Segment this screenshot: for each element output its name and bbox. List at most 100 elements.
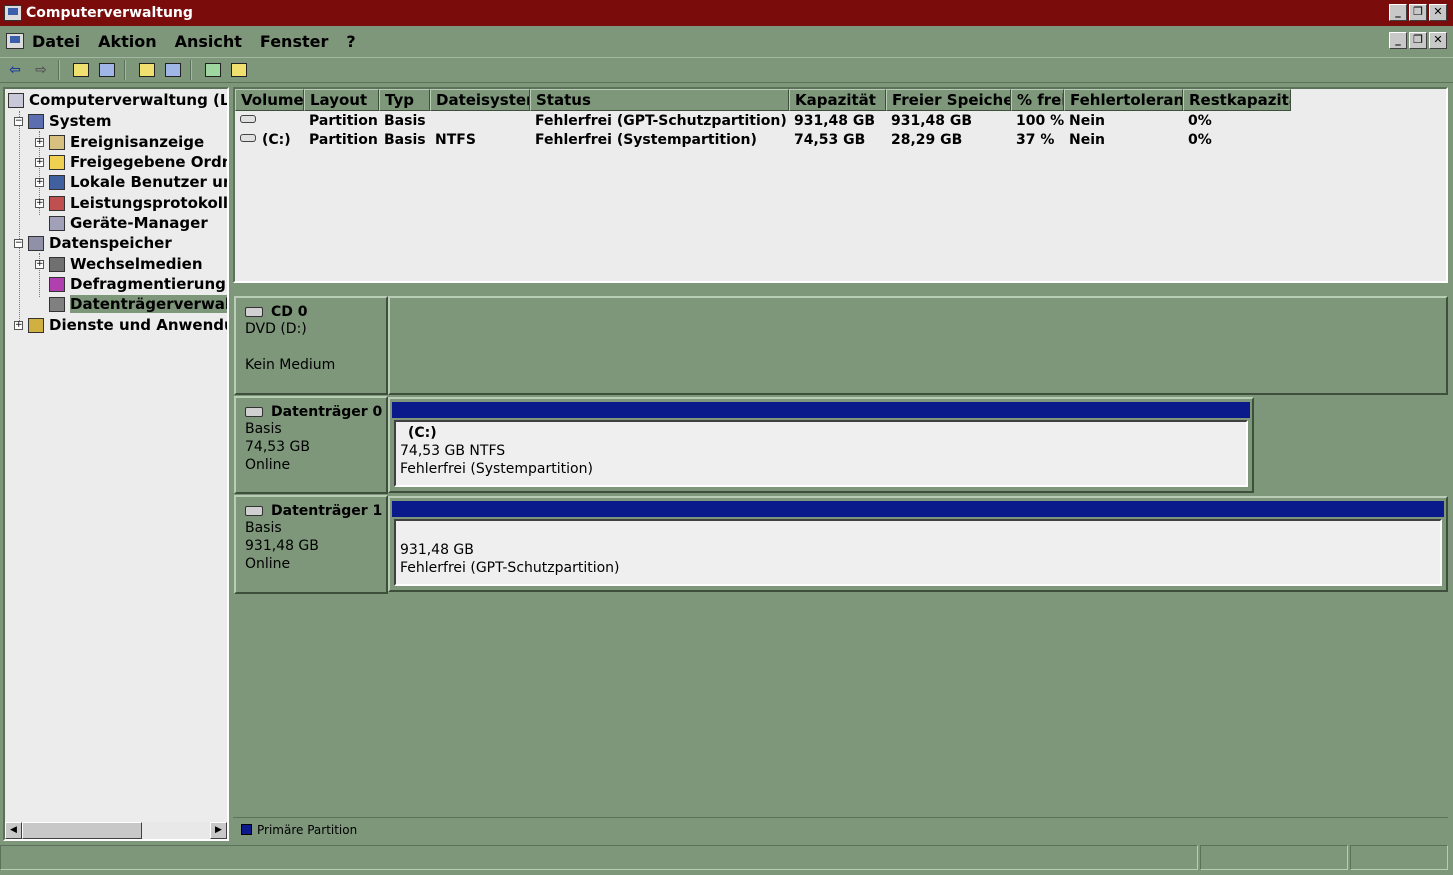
cell-free-space: 28,29 GB <box>891 132 963 148</box>
scroll-left-arrow-icon[interactable]: ◀ <box>5 822 22 839</box>
view-icon <box>165 63 181 77</box>
table-row[interactable]: Partition Basis Fehlerfrei (GPT-Schutzpa… <box>235 112 1291 131</box>
child-close-button[interactable]: ✕ <box>1429 32 1447 49</box>
menu-fenster[interactable]: Fenster <box>260 32 328 51</box>
tree-item-performance-logs[interactable]: + Leistungsprotokolle u <box>35 193 227 213</box>
tree-item-system[interactable]: − System <box>14 111 111 131</box>
cell-percent-free: 37 % <box>1016 132 1055 148</box>
restore-button[interactable]: ❐ <box>1409 4 1427 21</box>
toolbar-separator <box>190 60 192 80</box>
back-button[interactable]: ⇦ <box>4 60 26 80</box>
column-header-free-space[interactable]: Freier Speicher <box>886 89 1011 111</box>
computer-management-icon <box>4 5 22 21</box>
column-header-filesystem[interactable]: Dateisystem <box>430 89 530 111</box>
tree-item-shared-folders[interactable]: + Freigegebene Ordner <box>35 152 227 172</box>
expand-icon[interactable]: + <box>35 137 44 147</box>
document-window-icon[interactable] <box>6 33 24 49</box>
disk-label-disk0[interactable]: Datenträger 0 Basis 74,53 GB Online <box>234 396 388 494</box>
cell-type: Basis <box>384 132 426 148</box>
disk-type: Basis <box>245 520 282 536</box>
expand-icon[interactable]: + <box>35 177 44 187</box>
menu-aktion[interactable]: Aktion <box>98 32 157 51</box>
expand-icon[interactable]: + <box>14 320 23 330</box>
tree-item-disk-management[interactable]: Datenträgerverwaltung <box>49 294 227 314</box>
column-header-percent-free[interactable]: % frei <box>1011 89 1064 111</box>
view-button[interactable] <box>162 60 184 80</box>
tree-item-removable-storage[interactable]: + Wechselmedien <box>35 254 203 274</box>
disk-state: Online <box>245 457 291 473</box>
expand-icon[interactable]: + <box>35 259 44 269</box>
legend: Primäre Partition <box>233 817 1448 841</box>
menu-help[interactable]: ? <box>346 32 355 51</box>
computer-management-icon <box>8 92 24 108</box>
status-panel-main <box>0 845 1198 870</box>
menu-datei[interactable]: Datei <box>32 32 80 51</box>
cell-percent-free: 100 % <box>1016 113 1064 129</box>
tree-item-device-manager[interactable]: Geräte-Manager <box>49 213 208 233</box>
help-properties-icon <box>139 63 155 77</box>
disk-size: 74,53 GB <box>245 439 310 455</box>
disk-label-cd0[interactable]: CD 0 DVD (D:) Kein Medium <box>234 296 388 395</box>
cell-layout: Partition <box>309 113 378 129</box>
tree-item-computer-management[interactable]: Computerverwaltung (Loka <box>8 90 227 110</box>
cell-fault-tolerance: Nein <box>1069 132 1105 148</box>
child-restore-button[interactable]: ❐ <box>1409 32 1427 49</box>
minimize-button[interactable]: _ <box>1389 4 1407 21</box>
tree-item-services-applications[interactable]: + Dienste und Anwendungen <box>14 315 227 335</box>
scroll-track[interactable] <box>22 822 210 839</box>
toolbar: ⇦ ⇨ <box>0 57 1453 83</box>
up-one-level-button[interactable] <box>70 60 92 80</box>
partition-gpt-protective[interactable]: 931,48 GB Fehlerfrei (GPT-Schutzpartitio… <box>388 496 1448 592</box>
expand-icon[interactable]: + <box>35 198 44 208</box>
tree-item-defragmenter[interactable]: Defragmentierung <box>49 274 226 294</box>
removable-storage-icon <box>49 256 65 272</box>
child-minimize-button[interactable]: _ <box>1389 32 1407 49</box>
tree-horizontal-scrollbar[interactable]: ◀ ▶ <box>5 822 227 839</box>
export-list-icon <box>231 63 247 77</box>
toolbar-separator <box>58 60 60 80</box>
volume-list-header: Volume Layout Typ Dateisystem Status Kap… <box>235 89 1291 111</box>
arrow-left-icon: ⇦ <box>9 62 21 78</box>
disk-type: Basis <box>245 421 282 437</box>
primary-partition-swatch <box>241 824 252 835</box>
column-header-capacity[interactable]: Kapazität <box>789 89 886 111</box>
partition-status: Fehlerfrei (GPT-Schutzpartition) <box>400 560 620 576</box>
partition-size-fs: 74,53 GB NTFS <box>400 443 506 459</box>
column-header-layout[interactable]: Layout <box>304 89 379 111</box>
properties-help-button[interactable] <box>136 60 158 80</box>
expand-icon[interactable]: + <box>35 157 44 167</box>
forward-button[interactable]: ⇨ <box>30 60 52 80</box>
column-header-overhead[interactable]: Restkapazität <box>1183 89 1291 111</box>
cd0-media-area[interactable] <box>388 296 1448 395</box>
column-header-type[interactable]: Typ <box>379 89 430 111</box>
table-row[interactable]: (C:) Partition Basis NTFS Fehlerfrei (Sy… <box>235 131 1291 150</box>
disk-label-disk1[interactable]: Datenträger 1 Basis 931,48 GB Online <box>234 495 388 594</box>
column-header-fault-tolerance[interactable]: Fehlertoleranz <box>1064 89 1183 111</box>
partition-size: 931,48 GB <box>400 542 474 558</box>
disk-graphical-view: CD 0 DVD (D:) Kein Medium Datenträger 0 … <box>233 285 1448 841</box>
disk-name: Datenträger 1 <box>245 503 386 519</box>
column-header-volume[interactable]: Volume <box>235 89 304 111</box>
defragmenter-icon <box>49 276 65 292</box>
menu-ansicht[interactable]: Ansicht <box>175 32 242 51</box>
collapse-icon[interactable]: − <box>14 238 23 248</box>
scroll-right-arrow-icon[interactable]: ▶ <box>210 822 227 839</box>
volume-list: Volume Layout Typ Dateisystem Status Kap… <box>233 87 1448 283</box>
hard-disk-icon <box>245 407 263 417</box>
partition-c[interactable]: (C:) 74,53 GB NTFS Fehlerfrei (Systempar… <box>388 397 1254 493</box>
close-button[interactable]: ✕ <box>1429 4 1447 21</box>
storage-icon <box>28 235 44 251</box>
scroll-thumb[interactable] <box>22 822 142 839</box>
column-header-status[interactable]: Status <box>530 89 789 111</box>
cell-fault-tolerance: Nein <box>1069 113 1105 129</box>
refresh-button[interactable] <box>202 60 224 80</box>
collapse-icon[interactable]: − <box>14 116 23 126</box>
tree-item-event-viewer[interactable]: + Ereignisanzeige <box>35 132 204 152</box>
show-hide-tree-button[interactable] <box>96 60 118 80</box>
cell-type: Basis <box>384 113 426 129</box>
cell-overhead: 0% <box>1188 113 1212 129</box>
tree-item-storage[interactable]: − Datenspeicher <box>14 233 172 253</box>
status-bar <box>0 845 1453 872</box>
tree-item-local-users[interactable]: + Lokale Benutzer und <box>35 172 227 192</box>
export-list-button[interactable] <box>228 60 250 80</box>
